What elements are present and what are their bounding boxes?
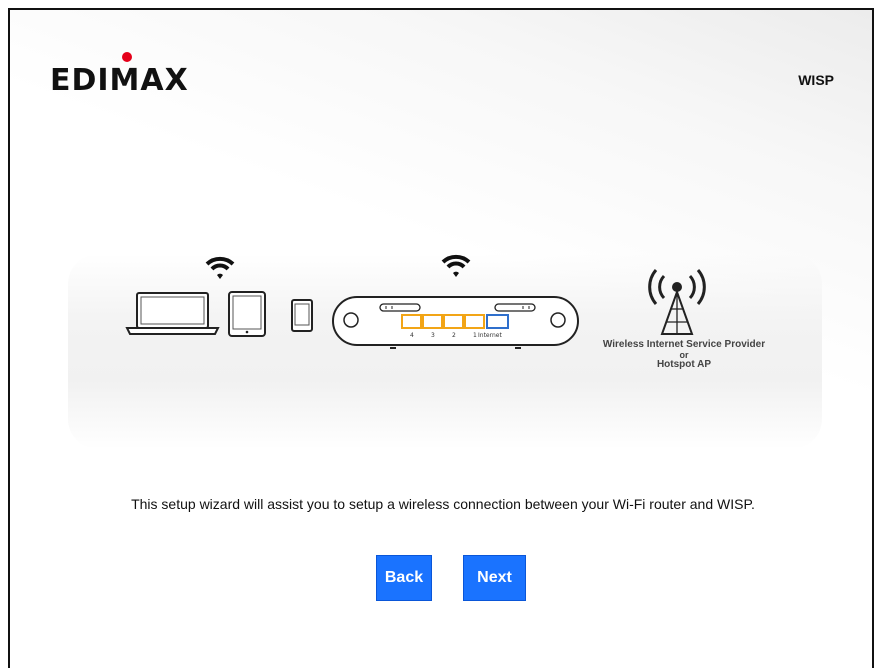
next-button[interactable]: Next	[463, 555, 526, 601]
internet-port	[486, 314, 509, 329]
caption-line-3: Hotspot AP	[656, 359, 712, 370]
port-label-4: 4	[410, 332, 414, 339]
tower-caption: Wireless Internet Service Provider or Ho…	[574, 340, 794, 370]
network-illustration: 4 3 2 1 Internet	[125, 254, 706, 349]
wizard-description: This setup wizard will assist you to set…	[131, 496, 755, 512]
caption-line-1: Wireless Internet Service Provider	[602, 339, 766, 350]
radio-tower-icon	[648, 269, 706, 335]
smartphone-icon	[291, 299, 313, 332]
back-button[interactable]: Back	[376, 555, 432, 601]
lan-port-2	[443, 314, 464, 329]
port-label-3: 3	[431, 332, 435, 339]
port-label-2: 2	[452, 332, 456, 339]
wifi-icon	[205, 256, 235, 279]
wifi-icon	[441, 254, 471, 277]
port-label-1: 1	[473, 332, 477, 339]
router-icon: 4 3 2 1 Internet	[332, 296, 579, 349]
laptop-icon	[125, 292, 220, 335]
lan-port-3	[422, 314, 443, 329]
wizard-frame: EDIMAX WISP 4 3 2 1 Internet Wireless In…	[8, 8, 874, 668]
lan-port-4	[401, 314, 422, 329]
lan-port-1	[464, 314, 485, 329]
tablet-icon	[228, 291, 266, 337]
port-label-internet: Internet	[478, 332, 502, 339]
